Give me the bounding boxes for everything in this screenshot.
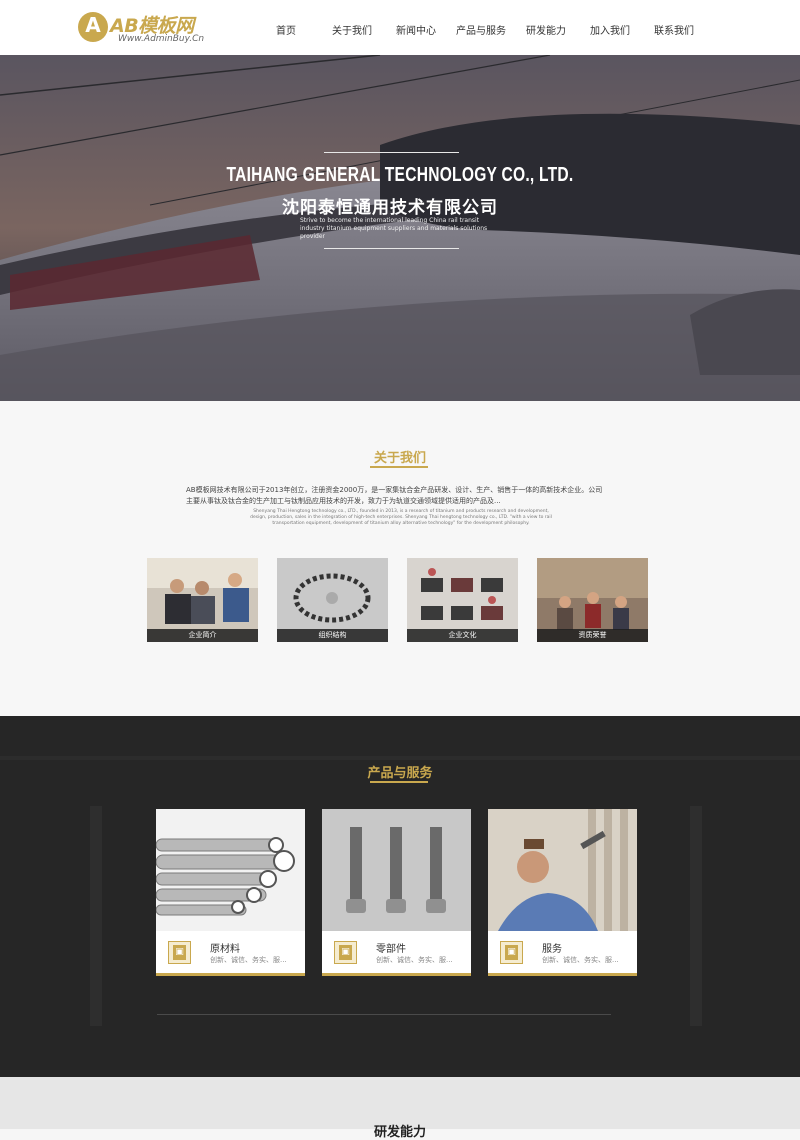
about-section: 关于我们 AB模板网技术有限公司于2013年创立，注册资金2000万，是一家集钛… — [0, 401, 800, 716]
product-card-service[interactable]: ▣ 服务 创新、诚信、务实、服... — [488, 809, 637, 976]
logo-subtitle: Www.AdminBuy.Cn — [118, 34, 205, 44]
product-badge-icon: ▣ — [334, 941, 357, 964]
hero-description: Strive to become the international leadi… — [300, 217, 488, 240]
about-card-structure[interactable]: 组织结构 — [277, 558, 388, 642]
nav-item-news[interactable]: 新闻中心 — [396, 22, 436, 37]
card-label: 企业文化 — [407, 629, 518, 642]
nav-item-join[interactable]: 加入我们 — [590, 22, 630, 37]
about-title: 关于我们 — [373, 451, 426, 466]
product-badge-icon: ▣ — [168, 941, 191, 964]
logo-mark: A — [78, 12, 108, 42]
about-card-culture[interactable]: 企业文化 — [407, 558, 518, 642]
about-title-underline — [370, 466, 428, 468]
product-card-parts[interactable]: ▣ 零部件 创新、诚信、务实、服... — [322, 809, 471, 976]
products-divider — [157, 1014, 611, 1015]
product-desc: 创新、诚信、务实、服... — [210, 956, 287, 964]
site-header: A AB模板网 Www.AdminBuy.Cn 首页 关于我们 新闻中心 产品与… — [0, 0, 800, 56]
engineer-image — [488, 809, 637, 931]
products-section: 产品与服务 ▣ 原材料 创新、诚信、务实、服... ▣ 零部件 创新、诚信、务实… — [0, 716, 800, 1077]
about-text-en: Shenyang Thai Hengtong technology co., L… — [250, 509, 552, 526]
product-accent-bar — [488, 973, 637, 976]
products-title: 产品与服务 — [367, 766, 433, 781]
bolts-image — [322, 809, 471, 931]
main-nav: 首页 关于我们 新闻中心 产品与服务 研发能力 加入我们 联系我们 — [250, 0, 710, 55]
nav-item-contact[interactable]: 联系我们 — [654, 22, 694, 37]
about-card-honors[interactable]: 资质荣誉 — [537, 558, 648, 642]
nav-item-products[interactable]: 产品与服务 — [456, 22, 506, 37]
product-image — [156, 809, 305, 931]
hero-title-en: TAIHANG GENERAL TECHNOLOGY CO., LTD. — [226, 164, 574, 186]
nav-item-about[interactable]: 关于我们 — [332, 22, 372, 37]
hero-banner: TAIHANG GENERAL TECHNOLOGY CO., LTD. 沈阳泰… — [0, 55, 800, 401]
nav-item-research[interactable]: 研发能力 — [526, 22, 566, 37]
product-name: 零部件 — [376, 944, 406, 955]
hero-divider-bottom — [324, 248, 459, 249]
site-logo[interactable]: A AB模板网 Www.AdminBuy.Cn — [78, 10, 218, 46]
card-label: 资质荣誉 — [537, 629, 648, 642]
hero-divider-top — [324, 152, 459, 153]
product-image — [488, 809, 637, 931]
about-text-cn: AB模板网技术有限公司于2013年创立，注册资金2000万，是一家集钛合金产品研… — [186, 486, 603, 505]
product-name: 服务 — [542, 944, 562, 955]
product-card-raw-materials[interactable]: ▣ 原材料 创新、诚信、务实、服... — [156, 809, 305, 976]
product-accent-bar — [156, 973, 305, 976]
research-section: 研发能力 — [0, 1077, 800, 1140]
steel-pipes-image — [156, 809, 305, 931]
nav-item-home[interactable]: 首页 — [276, 22, 296, 37]
card-label: 企业简介 — [147, 629, 258, 642]
product-image — [322, 809, 471, 931]
about-card-intro[interactable]: 企业简介 — [147, 558, 258, 642]
hero-title-cn: 沈阳泰恒通用技术有限公司 — [282, 198, 498, 218]
research-title: 研发能力 — [373, 1125, 426, 1140]
card-label: 组织结构 — [277, 629, 388, 642]
product-badge-icon: ▣ — [500, 941, 523, 964]
products-title-underline — [370, 781, 428, 783]
product-name: 原材料 — [210, 944, 240, 955]
product-desc: 创新、诚信、务实、服... — [542, 956, 619, 964]
product-accent-bar — [322, 973, 471, 976]
product-desc: 创新、诚信、务实、服... — [376, 956, 453, 964]
